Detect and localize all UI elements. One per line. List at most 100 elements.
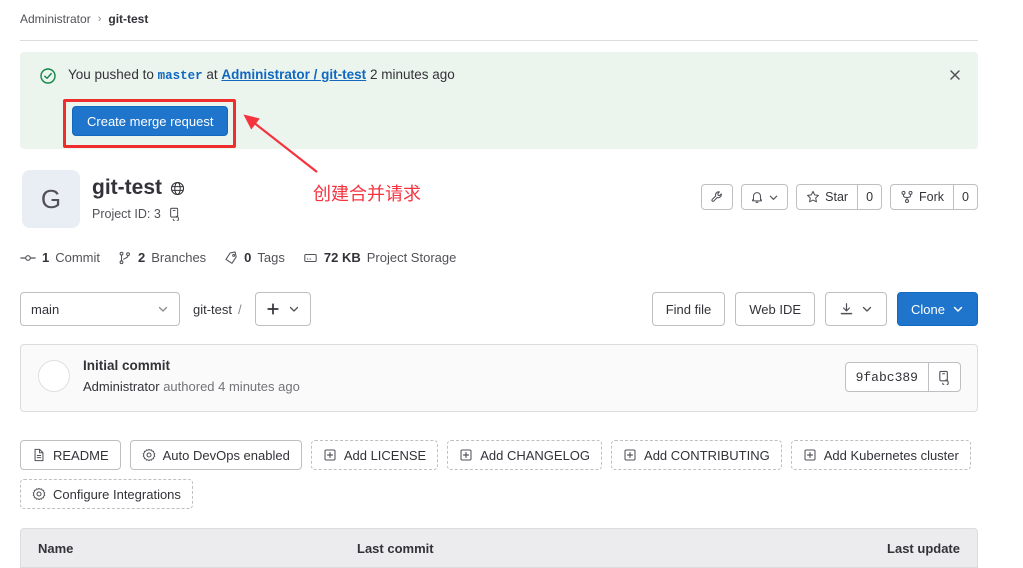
find-file-button[interactable]: Find file	[651, 292, 726, 326]
project-stats: 1 Commit 2 Branches 0 Tags 72 KB Project…	[20, 250, 456, 265]
commit-sha-group: 9fabc389	[844, 362, 961, 392]
quick-action-chips: README Auto DevOps enabled Add LICENSE A…	[20, 440, 978, 509]
branch-selector-value: main	[31, 301, 60, 317]
repo-path-slash: /	[238, 301, 242, 317]
chip-label: README	[53, 447, 109, 463]
chevron-down-icon	[952, 303, 964, 315]
fork-button[interactable]: Fork 0	[890, 184, 978, 210]
add-to-repo-button[interactable]	[254, 292, 311, 326]
chevron-down-icon	[861, 303, 873, 315]
stat-storage-value: 72 KB	[323, 250, 361, 265]
check-circle-icon	[40, 67, 56, 84]
wrench-icon	[710, 190, 724, 204]
close-icon[interactable]	[946, 66, 964, 84]
project-settings-button[interactable]	[701, 184, 734, 210]
commit-icon	[20, 251, 36, 265]
web-ide-button[interactable]: Web IDE	[735, 292, 816, 326]
chip-readme[interactable]: README	[20, 440, 121, 470]
star-button[interactable]: Star 0	[796, 184, 883, 210]
project-page: Administrator › git-test You pushed to m…	[0, 0, 1023, 568]
breadcrumb-root[interactable]: Administrator	[20, 12, 91, 26]
gear-icon	[142, 448, 156, 462]
chip-auto-devops[interactable]: Auto DevOps enabled	[129, 440, 302, 470]
commit-meta: Administrator authored 4 minutes ago	[83, 379, 300, 394]
push-banner-branch: master	[157, 69, 203, 83]
stat-commits-label: Commit	[55, 250, 101, 265]
chip-add-license[interactable]: Add LICENSE	[310, 440, 439, 470]
notifications-button[interactable]	[741, 184, 789, 210]
last-commit-panel: Initial commit Administrator authored 4 …	[20, 344, 978, 412]
star-label: Star	[825, 190, 849, 204]
project-title-row: git-test	[92, 176, 185, 200]
star-icon	[806, 190, 820, 204]
plus-icon	[266, 302, 280, 316]
repo-path-root[interactable]: git-test	[193, 302, 232, 317]
fork-label: Fork	[919, 190, 945, 204]
push-banner-time: 2 minutes ago	[369, 67, 455, 82]
commit-title[interactable]: Initial commit	[83, 358, 170, 373]
branch-icon	[118, 251, 132, 265]
column-header-last-update: Last update	[887, 541, 960, 556]
chip-label: Configure Integrations	[53, 486, 181, 502]
plus-square-icon	[459, 448, 473, 462]
column-header-name: Name	[38, 541, 74, 556]
repo-action-buttons: Find file Web IDE Clone	[651, 292, 978, 326]
breadcrumb-separator: ›	[97, 13, 102, 25]
chevron-down-icon	[157, 303, 169, 315]
breadcrumb: Administrator › git-test	[20, 12, 148, 26]
copy-icon[interactable]	[168, 207, 182, 221]
copy-icon[interactable]	[928, 363, 960, 391]
stat-branches[interactable]: 2 Branches	[118, 250, 206, 265]
annotation-label: 创建合并请求	[313, 184, 421, 205]
clone-button[interactable]: Clone	[897, 292, 978, 326]
chip-label: Auto DevOps enabled	[162, 447, 290, 463]
file-icon	[32, 448, 46, 462]
push-banner-at: at	[206, 67, 218, 82]
stat-storage[interactable]: 72 KB Project Storage	[303, 250, 456, 265]
chip-label: Add CHANGELOG	[480, 447, 591, 463]
chevron-down-icon	[768, 192, 779, 203]
storage-icon	[303, 251, 318, 265]
header-divider	[20, 40, 978, 41]
stat-commits[interactable]: 1 Commit	[20, 250, 100, 265]
page-title: git-test	[92, 176, 162, 199]
plus-square-icon	[323, 448, 337, 462]
stat-branches-value: 2	[138, 250, 146, 265]
repo-path-breadcrumb: git-test /	[193, 302, 242, 317]
push-banner-message: You pushed to master at Administrator / …	[40, 66, 455, 85]
push-banner-prefix: You pushed to	[68, 67, 154, 82]
stat-commits-value: 1	[42, 250, 50, 265]
breadcrumb-current[interactable]: git-test	[108, 12, 148, 26]
plus-square-icon	[803, 448, 817, 462]
stat-tags-label: Tags	[257, 250, 285, 265]
clone-label: Clone	[911, 301, 945, 317]
chip-add-changelog[interactable]: Add CHANGELOG	[447, 440, 603, 470]
globe-icon	[170, 181, 185, 196]
branch-selector[interactable]: main	[20, 292, 180, 326]
stat-tags[interactable]: 0 Tags	[224, 250, 285, 265]
chip-add-contributing[interactable]: Add CONTRIBUTING	[611, 440, 782, 470]
chip-add-kubernetes-cluster[interactable]: Add Kubernetes cluster	[790, 440, 971, 470]
stat-storage-label: Project Storage	[366, 250, 457, 265]
fork-count: 0	[953, 185, 977, 209]
push-banner-project-link[interactable]: Administrator / git-test	[221, 67, 366, 82]
project-avatar: G	[22, 170, 80, 228]
star-count: 0	[857, 185, 881, 209]
file-list-table: Name Last commit Last update	[20, 528, 978, 568]
project-header-actions: Star 0 Fork 0	[701, 184, 978, 210]
commit-authored-time: authored 4 minutes ago	[163, 379, 300, 394]
project-id-label: Project ID: 3	[92, 207, 161, 221]
column-header-last-commit: Last commit	[357, 541, 434, 556]
stat-tags-value: 0	[244, 250, 252, 265]
commit-author[interactable]: Administrator	[83, 379, 160, 394]
repo-branch-row: main git-test /	[20, 292, 311, 326]
chip-configure-integrations[interactable]: Configure Integrations	[20, 479, 193, 509]
chip-label: Add LICENSE	[343, 447, 427, 463]
commit-sha[interactable]: 9fabc389	[846, 363, 928, 391]
stat-branches-label: Branches	[151, 250, 207, 265]
gear-icon	[32, 487, 46, 501]
user-avatar	[38, 360, 70, 392]
create-merge-request-button[interactable]: Create merge request	[72, 106, 229, 136]
chip-label: Add CONTRIBUTING	[644, 447, 770, 463]
download-source-button[interactable]	[825, 292, 888, 326]
